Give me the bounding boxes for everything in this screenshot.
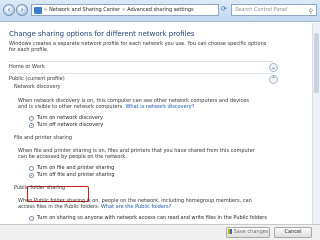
breadcrumb-advanced-sharing[interactable]: Advanced sharing settings xyxy=(127,7,193,13)
profile-label: Public (current profile) xyxy=(9,76,65,82)
turn-off-file-printer-sharing-option[interactable]: Turn off file and printer sharing xyxy=(29,172,115,178)
radio-button[interactable] xyxy=(29,122,34,128)
breadcrumb-separator: » xyxy=(122,7,126,13)
public-folder-sharing-text: When Public folder sharing is on, people… xyxy=(18,198,252,210)
section-heading: Public folder sharing xyxy=(14,185,66,191)
radio-button[interactable] xyxy=(29,172,34,178)
breadcrumb-separator: » xyxy=(44,7,48,13)
section-heading: File and printer sharing xyxy=(14,135,73,141)
network-discovery-link[interactable]: What is network discovery? xyxy=(125,104,194,110)
action-bar: Save changes Cancel xyxy=(0,224,320,240)
page-title: Change sharing options for different net… xyxy=(9,30,195,38)
save-changes-button[interactable]: Save changes xyxy=(226,227,270,238)
scrollbar-thumb[interactable] xyxy=(314,33,319,93)
turn-on-file-printer-sharing-option[interactable]: Turn on file and printer sharing xyxy=(29,165,114,171)
chevron-up-icon[interactable]: ⌃ xyxy=(269,75,278,84)
vertical-scrollbar[interactable] xyxy=(312,23,320,224)
settings-content: Change sharing options for different net… xyxy=(0,23,312,224)
back-button[interactable]: ‹ xyxy=(3,4,15,16)
shield-icon xyxy=(227,229,232,234)
address-bar[interactable]: » Network and Sharing Center » Advanced … xyxy=(31,4,219,16)
public-folders-link[interactable]: What are the Public folders? xyxy=(101,204,171,210)
navigation-bar: ‹ › » Network and Sharing Center » Advan… xyxy=(0,0,320,22)
file-printer-sharing-text: When file and printer sharing is on, fil… xyxy=(18,148,255,160)
breadcrumb-network-sharing-center[interactable]: Network and Sharing Center xyxy=(49,7,120,13)
chevron-down-icon[interactable]: ⌄ xyxy=(269,63,278,72)
search-placeholder: Search Control Panel xyxy=(235,7,288,13)
turn-on-public-folder-sharing-option[interactable]: Turn on sharing so anyone with network a… xyxy=(29,215,267,221)
network-icon xyxy=(34,6,42,14)
forward-button[interactable]: › xyxy=(16,4,28,16)
turn-on-network-discovery-option[interactable]: Turn on network discovery xyxy=(29,115,103,121)
refresh-icon[interactable]: ⟳ xyxy=(221,5,227,13)
search-input[interactable]: Search Control Panel ⚲ xyxy=(231,4,317,16)
section-heading: Network discovery xyxy=(14,84,61,90)
search-icon[interactable]: ⚲ xyxy=(309,7,313,17)
turn-off-network-discovery-option[interactable]: Turn off network discovery xyxy=(29,122,103,128)
profile-label: Home or Work xyxy=(9,64,45,70)
profile-public[interactable]: Public (current profile) ⌃ xyxy=(9,73,278,84)
network-discovery-text: When network discovery is on, this compu… xyxy=(18,98,249,110)
radio-button[interactable] xyxy=(29,165,34,171)
page-description: Windows creates a separate network profi… xyxy=(9,41,267,53)
radio-button[interactable] xyxy=(29,115,34,121)
profile-home-work[interactable]: Home or Work ⌄ xyxy=(9,61,278,72)
cancel-button[interactable]: Cancel xyxy=(274,227,312,238)
radio-button[interactable] xyxy=(29,215,34,221)
